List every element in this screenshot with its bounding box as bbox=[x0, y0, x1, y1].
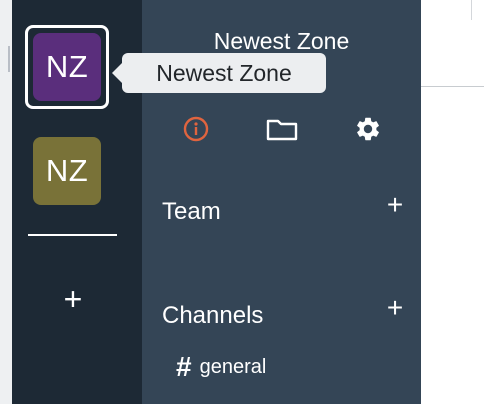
zone-avatar-newest-zone[interactable]: NZ bbox=[33, 33, 101, 101]
main-content-area bbox=[421, 0, 484, 404]
channels-section-title: Channels bbox=[162, 302, 264, 329]
channel-item-general[interactable]: # general bbox=[176, 353, 266, 381]
zone-tooltip: Newest Zone bbox=[112, 53, 326, 93]
tooltip-text: Newest Zone bbox=[156, 59, 292, 86]
window-edge bbox=[471, 0, 472, 20]
gear-icon[interactable] bbox=[352, 113, 384, 145]
tooltip-arrow bbox=[112, 63, 122, 83]
hash-icon: # bbox=[176, 351, 192, 382]
edge-mark bbox=[8, 46, 10, 72]
add-team-button[interactable]: + bbox=[382, 189, 408, 220]
team-section-title: Team bbox=[162, 198, 221, 225]
zone-title: Newest Zone bbox=[213, 28, 350, 54]
info-icon[interactable] bbox=[180, 113, 212, 145]
channel-name: general bbox=[199, 355, 267, 378]
folder-icon[interactable] bbox=[266, 113, 298, 145]
add-channel-button[interactable]: + bbox=[382, 292, 408, 323]
header-divider bbox=[421, 86, 484, 87]
rail-divider bbox=[28, 234, 117, 236]
zone-avatar-second[interactable]: NZ bbox=[33, 137, 101, 205]
add-zone-button[interactable]: + bbox=[56, 281, 90, 317]
